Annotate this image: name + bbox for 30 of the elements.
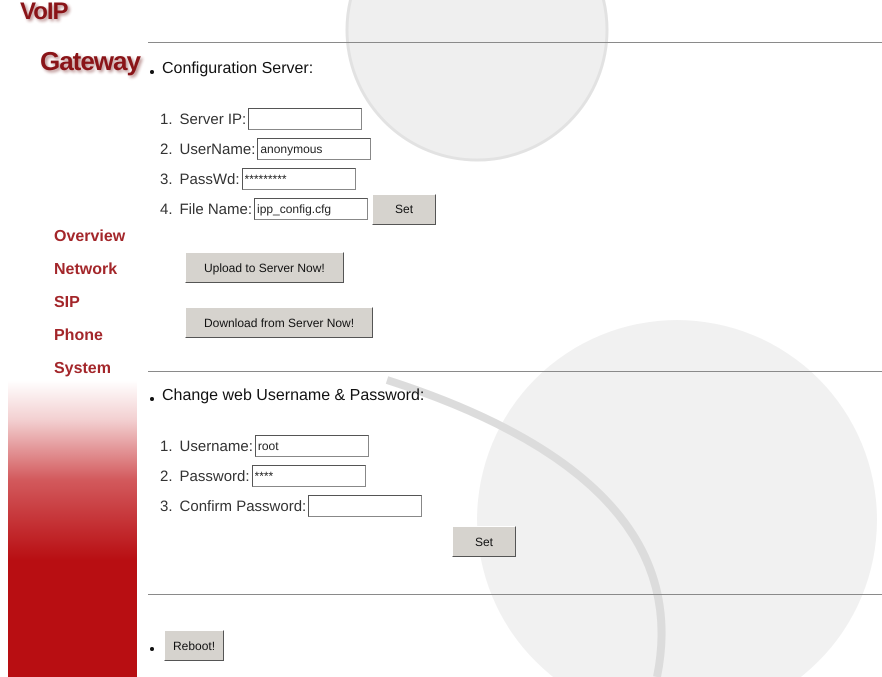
text-field[interactable]: root	[254, 435, 369, 457]
set-button[interactable]: Set	[372, 194, 436, 224]
nav-link[interactable]: System	[54, 358, 137, 380]
action-button[interactable]: Upload to Server Now!	[185, 252, 344, 283]
reboot-button[interactable]: Reboot!	[164, 630, 224, 661]
field-label: 1. Server IP:	[160, 110, 246, 128]
nav-link[interactable]: Network	[54, 259, 137, 281]
field-label: 2. UserName:	[160, 140, 256, 158]
logo-text: VoIP	[20, 0, 69, 24]
field-label: 2. Password:	[160, 468, 250, 484]
text-field[interactable]: *********	[242, 168, 356, 190]
text-field[interactable]: ipp_config.cfg	[254, 198, 368, 220]
text-field[interactable]: ****	[252, 465, 366, 487]
nav-link[interactable]: SIP	[54, 292, 137, 314]
bullet-icon	[150, 646, 154, 650]
bullet-icon	[150, 397, 154, 401]
set-button[interactable]: Set	[452, 526, 516, 557]
nav-link[interactable]: Phone	[54, 325, 137, 347]
section-heading: Configuration Server:	[162, 60, 314, 78]
text-field[interactable]	[308, 495, 422, 517]
field-label: 3. PassWd:	[160, 170, 240, 188]
nav-link[interactable]: Overview	[54, 226, 137, 248]
section-heading: Change web Username & Password:	[162, 387, 424, 405]
action-button[interactable]: Download from Server Now!	[185, 307, 374, 338]
field-label: 4. File Name:	[160, 200, 252, 218]
text-field[interactable]: anonymous	[257, 138, 372, 160]
bullet-icon	[150, 70, 154, 74]
field-label: 1. Username:	[160, 438, 253, 454]
text-field[interactable]	[248, 108, 362, 130]
field-label: 3. Confirm Password:	[160, 498, 306, 514]
